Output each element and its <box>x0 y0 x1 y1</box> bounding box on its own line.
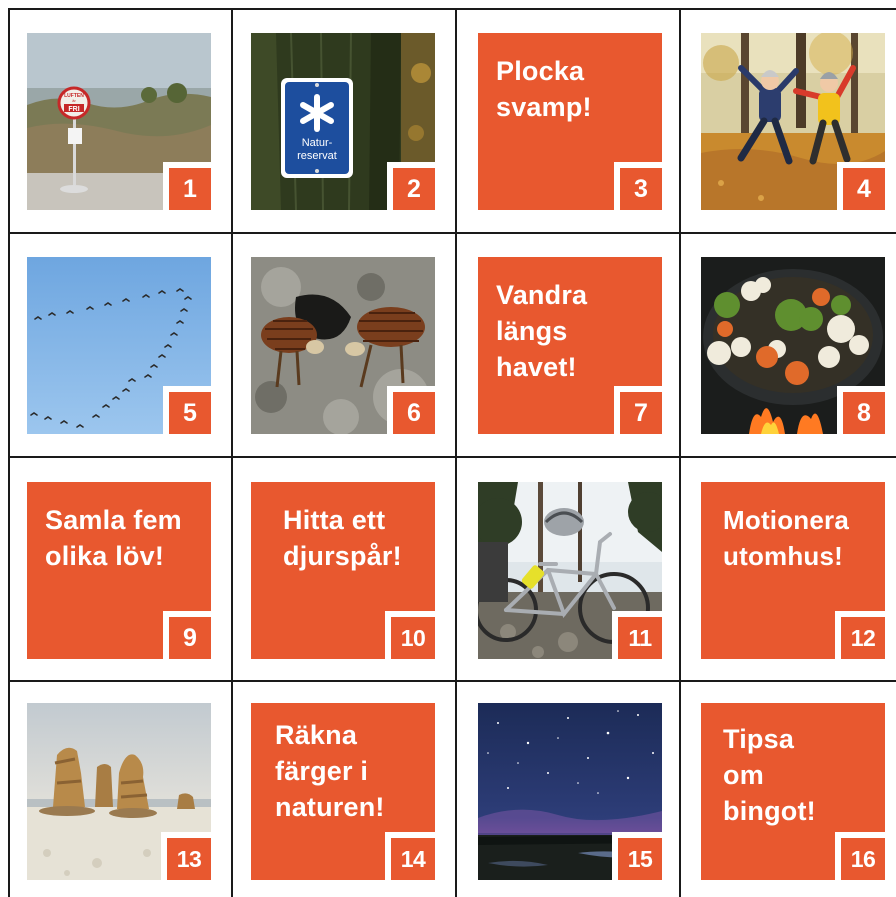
bingo-tile-2[interactable]: Natur- reservat 2 <box>251 33 435 210</box>
tile-number: 2 <box>387 162 435 210</box>
tile-number: 5 <box>163 386 211 434</box>
bingo-tile-3[interactable]: Plocka svamp! 3 <box>478 33 662 210</box>
tile-phrase: Vandra längs havet! <box>496 280 588 382</box>
bingo-tile-7[interactable]: Vandra längs havet! 7 <box>478 257 662 434</box>
tile-number: 1 <box>163 162 211 210</box>
bingo-tile-6[interactable]: 6 <box>251 257 435 434</box>
bingo-tile-8[interactable]: 8 <box>701 257 885 434</box>
bingo-tile-9[interactable]: Samla fem olika löv! 9 <box>27 482 211 659</box>
bingo-board: LUFTEN är FRI 1 Natur- reservat 2 Plocka… <box>0 0 896 897</box>
grid-line <box>231 8 233 897</box>
bingo-tile-14[interactable]: Räkna färger i naturen! 14 <box>251 703 435 880</box>
grid-line <box>8 232 896 234</box>
bingo-tile-4[interactable]: 4 <box>701 33 885 210</box>
bingo-tile-11[interactable]: 11 <box>478 482 662 659</box>
grid-line <box>455 8 457 897</box>
tile-phrase: Motionera utomhus! <box>723 505 850 571</box>
grid-line <box>8 8 896 10</box>
grid-line <box>8 680 896 682</box>
tile-number: 10 <box>385 611 435 659</box>
tile-phrase: Plocka svamp! <box>496 56 592 122</box>
tile-number: 12 <box>835 611 885 659</box>
grid-line <box>8 8 10 897</box>
grid-line <box>679 8 681 897</box>
tile-number: 16 <box>835 832 885 880</box>
sign-word: reservat <box>297 150 337 162</box>
sign-word: FRI <box>68 106 79 113</box>
tile-phrase: Hitta ett djurspår! <box>283 505 402 571</box>
bingo-tile-5[interactable]: 5 <box>27 257 211 434</box>
bingo-tile-1[interactable]: LUFTEN är FRI 1 <box>27 33 211 210</box>
tile-phrase: Samla fem olika löv! <box>45 505 182 571</box>
tile-number: 9 <box>163 611 211 659</box>
tile-number: 15 <box>612 832 662 880</box>
tile-number: 4 <box>837 162 885 210</box>
bingo-tile-16[interactable]: Tipsa om bingot! 16 <box>701 703 885 880</box>
grid-line <box>8 456 896 458</box>
bingo-tile-13[interactable]: 13 <box>27 703 211 880</box>
tile-number: 8 <box>837 386 885 434</box>
tile-phrase: Tipsa om bingot! <box>723 724 816 826</box>
tile-phrase: Räkna färger i naturen! <box>275 720 385 822</box>
bingo-tile-12[interactable]: Motionera utomhus! 12 <box>701 482 885 659</box>
bingo-tile-10[interactable]: Hitta ett djurspår! 10 <box>251 482 435 659</box>
tile-number: 11 <box>612 611 662 659</box>
tile-number: 14 <box>385 832 435 880</box>
tile-number: 3 <box>614 162 662 210</box>
tile-number: 6 <box>387 386 435 434</box>
tile-number: 7 <box>614 386 662 434</box>
sign-word: Natur- <box>302 137 333 149</box>
bingo-tile-15[interactable]: 15 <box>478 703 662 880</box>
tile-number: 13 <box>161 832 211 880</box>
